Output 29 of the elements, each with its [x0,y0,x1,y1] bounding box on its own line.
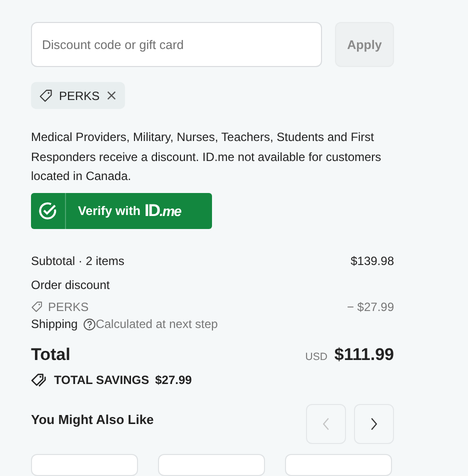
summary-label: PERKS [48,300,89,314]
total-label: Total [31,344,70,364]
summary-value: Calculated at next step [96,317,218,331]
product-card[interactable] [285,454,392,476]
savings-label: TOTAL SAVINGS [54,373,150,387]
summary-label: Shipping [31,317,78,331]
product-card[interactable] [158,454,265,476]
next-button[interactable] [354,404,394,444]
help-icon[interactable] [82,318,96,330]
summary-value: − $27.99 [346,300,394,314]
currency-code: USD [305,350,328,362]
total-amount: $111.99 [334,344,394,364]
close-icon[interactable] [106,90,117,101]
discount-code: PERKS [59,88,100,102]
discount-notice: Medical Providers, Military, Nurses, Teachers, Students and First Responders receive a discount. ID.me not available for customers located in Canada. [31,129,382,185]
tag-icon [31,300,43,312]
chevron-left-icon [322,416,330,430]
tag-icon [39,88,53,102]
tags-icon [31,372,48,388]
section-heading: You Might Also Like [31,412,154,426]
summary-value: $139.98 [350,254,394,268]
check-circle-icon [38,200,58,220]
summary-label: Order discount [31,278,110,292]
savings-amount: $27.99 [155,373,192,387]
product-card[interactable] [31,454,138,476]
verify-button[interactable]: Verify with ID.me [31,192,212,228]
chevron-right-icon [370,416,378,430]
summary-label: Subtotal · 2 items [31,254,124,268]
discount-code-field[interactable]: Discount code or gift card [31,22,322,67]
